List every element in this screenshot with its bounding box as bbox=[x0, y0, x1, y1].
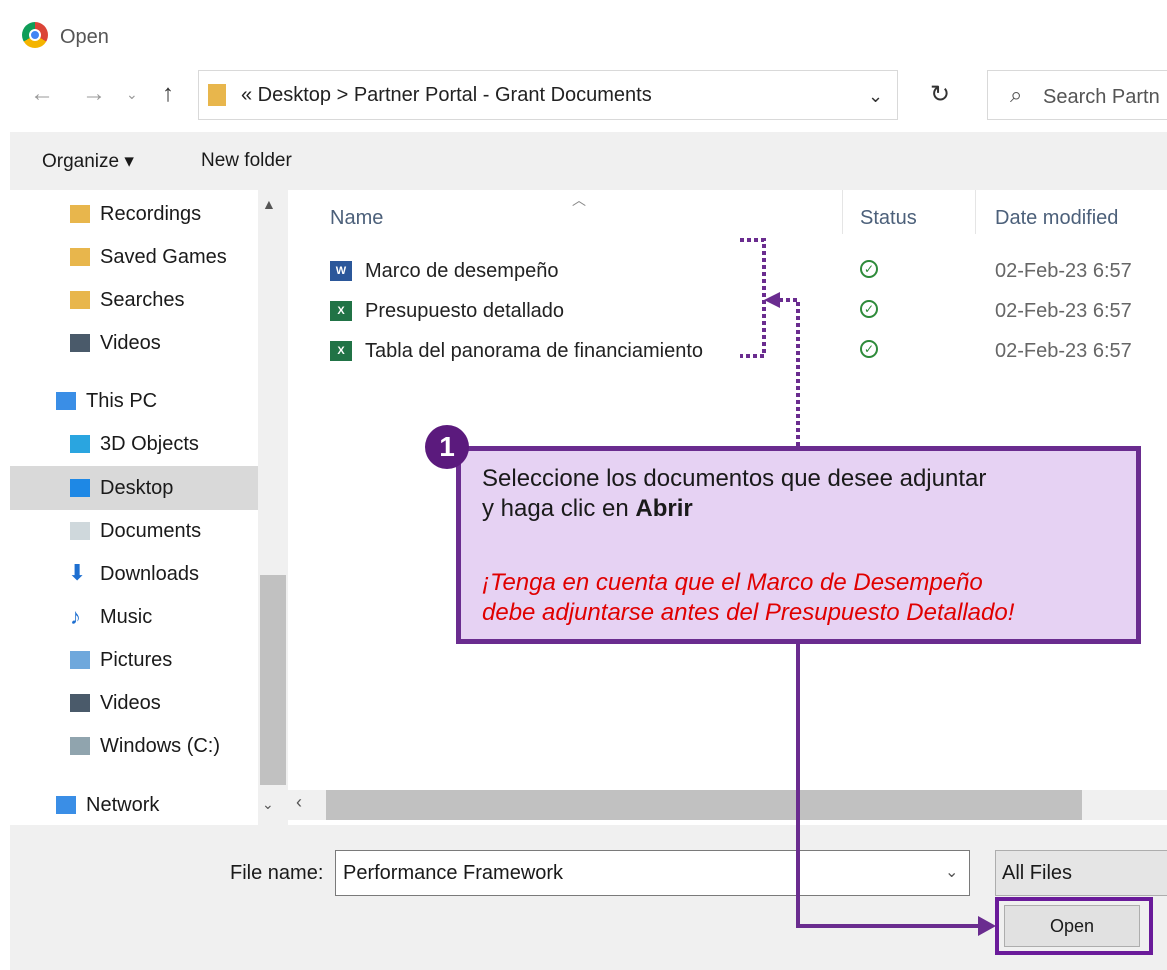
callout-warning: ¡Tenga en cuenta que el Marco de Desempe… bbox=[482, 568, 1014, 628]
callout-line2-prefix: y haga clic en bbox=[482, 495, 636, 522]
callout-line1: Seleccione los documentos que desee adju… bbox=[482, 465, 987, 492]
callout-line2: y haga clic en Abrir bbox=[482, 494, 986, 524]
open-button-highlight bbox=[995, 897, 1153, 955]
step-number-badge: 1 bbox=[425, 425, 469, 469]
callout-line2-bold: Abrir bbox=[635, 495, 693, 522]
callout-note2: debe adjuntarse antes del Presupuesto De… bbox=[482, 599, 1015, 626]
callout-instruction: Seleccione los documentos que desee adju… bbox=[482, 464, 986, 524]
callout-note1: ¡Tenga en cuenta que el Marco de Desempe… bbox=[482, 569, 983, 596]
